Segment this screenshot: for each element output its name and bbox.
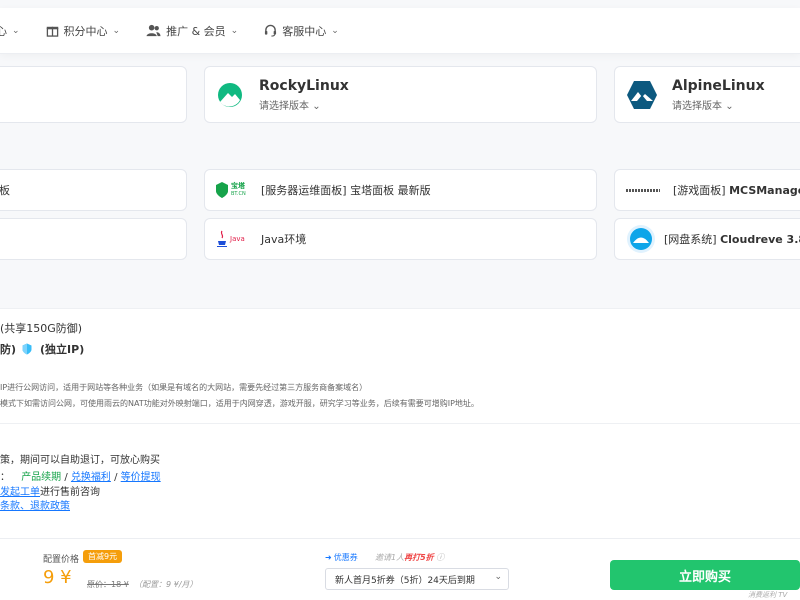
nav-item-center[interactable]: 心 ⌄ xyxy=(0,23,20,39)
version-select[interactable]: 请选择版本 ⌄ xyxy=(672,97,765,112)
divider xyxy=(0,423,800,424)
baota-logo-text: 宝塔 xyxy=(231,182,245,190)
ip-option-label: 防) xyxy=(0,343,17,356)
coupon-arrow-icon: ➜ xyxy=(325,553,332,562)
chevron-down-icon: ⌄ xyxy=(12,25,20,36)
os-title: AlpineLinux xyxy=(672,77,765,94)
app-label: [游戏面板] MCSManager xyxy=(673,182,800,198)
watermark-text: 消费返利 TV xyxy=(748,591,788,599)
app-card-mcsmanager[interactable]: [游戏面板] MCSManager xyxy=(614,169,800,211)
app-label: [服务器运维面板] 宝塔面板 最新版 xyxy=(261,182,431,198)
baota-logo-sub: BT.CN xyxy=(231,191,246,197)
config-details: (共享150G防御) 防) (独立IP) IP进行公网访问，适用于网站等各种业务… xyxy=(0,308,800,538)
app-card-left-partial-2[interactable] xyxy=(0,218,187,260)
coupon-hint-text: 邀请1人 xyxy=(375,553,405,562)
app-name: Cloudreve 3.8 xyxy=(720,233,800,246)
mcsmanager-logo-icon xyxy=(626,188,660,192)
coupon-hint-bold: 再打5折 xyxy=(404,553,434,562)
coupon-label-row: ➜ 优惠券 xyxy=(325,552,358,563)
nav-item-label: 客服中心 xyxy=(282,24,327,38)
product-renew-link[interactable]: 产品续期 xyxy=(21,472,61,483)
links-prefix: ： xyxy=(0,472,10,483)
top-navigation: 心 ⌄ 积分中心 ⌄ 推广 & 会员 ⌄ 客服中心 ⌄ xyxy=(0,8,800,54)
help-circle-icon[interactable]: ⓘ xyxy=(436,553,444,562)
chevron-down-icon: ⌄ xyxy=(725,100,734,112)
terms-link[interactable]: 条款、退款政策 xyxy=(0,497,70,512)
chevron-down-icon: ⌄ xyxy=(112,25,121,36)
app-card-cloudreve[interactable]: [网盘系统] Cloudreve 3.8 xyxy=(614,218,800,260)
ip-option-label: (独立IP) xyxy=(40,343,85,356)
coupon-label: 优惠券 xyxy=(333,553,358,562)
version-select-label: 请选择版本 xyxy=(672,100,722,112)
coupon-hint: 邀请1人再打5折 ⓘ xyxy=(375,552,444,563)
os-card-alpinelinux[interactable]: AlpineLinux 请选择版本 ⌄ xyxy=(614,66,800,123)
rockylinux-logo-icon xyxy=(218,82,242,107)
app-card-java[interactable]: Java Java环境 xyxy=(204,218,597,260)
nav-item-points[interactable]: 积分中心 ⌄ xyxy=(46,23,121,39)
app-category: [服务器运维面板] xyxy=(261,184,347,197)
app-label: Java环境 xyxy=(261,233,307,246)
price-value: 9 ¥ xyxy=(43,567,72,588)
coffee-cup-icon xyxy=(217,230,227,247)
app-label: 板 xyxy=(0,184,10,197)
redeem-welfare-link[interactable]: 兑换福利 xyxy=(71,472,111,483)
coupon-select-value: 新人首月5折券（5折）24天后到期 xyxy=(335,575,475,586)
os-title: RockyLinux xyxy=(259,77,349,94)
chevron-down-icon: ⌄ xyxy=(312,100,321,112)
link-separator: / xyxy=(114,472,118,483)
java-logo-text: Java xyxy=(230,235,245,243)
app-name: MCSManager xyxy=(729,184,800,197)
defense-text: (共享150G防御) xyxy=(0,322,83,335)
version-select-label: 请选择版本 xyxy=(259,100,309,112)
shield-icon xyxy=(22,343,32,355)
buy-now-button[interactable]: 立即购买 xyxy=(610,560,800,590)
os-card-partial[interactable] xyxy=(0,66,187,123)
network-note-1: IP进行公网访问，适用于网站等各种业务（如果是有域名的大网站，需要先经过第三方服… xyxy=(0,383,368,392)
version-select[interactable]: 请选择版本 ⌄ xyxy=(259,97,349,112)
gift-icon xyxy=(46,26,58,37)
nav-item-label: 心 xyxy=(0,24,7,38)
app-category: [网盘系统] xyxy=(664,233,717,246)
save-badge: 首减9元 xyxy=(83,550,123,563)
users-icon xyxy=(146,24,161,37)
original-price: 原价：18 ¥ xyxy=(87,580,129,589)
app-card-left-partial[interactable]: 板 xyxy=(0,169,187,211)
headset-icon xyxy=(265,24,277,37)
app-name: 宝塔面板 最新版 xyxy=(350,184,431,197)
os-card-rockylinux[interactable]: RockyLinux 请选择版本 ⌄ xyxy=(204,66,597,123)
price-label: 配置价格 xyxy=(43,555,80,565)
alpinelinux-logo-icon xyxy=(627,80,657,109)
app-category: [游戏面板] xyxy=(673,184,726,197)
coupon-select[interactable]: 新人首月5折券（5折）24天后到期 ⌄ xyxy=(325,568,509,590)
ticket-line: 发起工单进行售前咨询 xyxy=(0,483,100,498)
link-separator: / xyxy=(64,472,68,483)
nav-item-label: 推广 & 会员 xyxy=(166,24,226,38)
refund-policy-text: 策，期间可以自助退订，可放心购买 xyxy=(0,455,160,466)
baota-logo-icon: 宝塔 BT.CN xyxy=(215,179,253,201)
nav-item-support[interactable]: 客服中心 ⌄ xyxy=(264,23,339,39)
shield-icon xyxy=(216,182,228,198)
java-logo-icon: Java xyxy=(217,230,253,248)
chevron-down-icon: ⌄ xyxy=(230,25,239,36)
app-label: [网盘系统] Cloudreve 3.8 xyxy=(664,231,800,247)
config-price: （配置：9 ¥/月） xyxy=(134,580,198,589)
withdraw-link[interactable]: 等价提现 xyxy=(121,472,161,483)
ip-option-row: 防) (独立IP) xyxy=(0,341,84,357)
cloudreve-logo-icon xyxy=(627,225,655,253)
nav-item-promotion[interactable]: 推广 & 会员 ⌄ xyxy=(146,23,238,39)
network-note-2: 模式下如需访问公网，可使用雨云的NAT功能对外映射端口，适用于内网穿透，游戏开服… xyxy=(0,399,479,408)
chevron-down-icon: ⌄ xyxy=(331,25,339,36)
app-card-baota[interactable]: 宝塔 BT.CN [服务器运维面板] 宝塔面板 最新版 xyxy=(204,169,597,211)
nav-item-label: 积分中心 xyxy=(63,24,108,38)
welfare-links: ： 产品续期 / 兑换福利 / 等价提现 xyxy=(0,468,161,483)
chevron-down-icon: ⌄ xyxy=(494,572,502,582)
